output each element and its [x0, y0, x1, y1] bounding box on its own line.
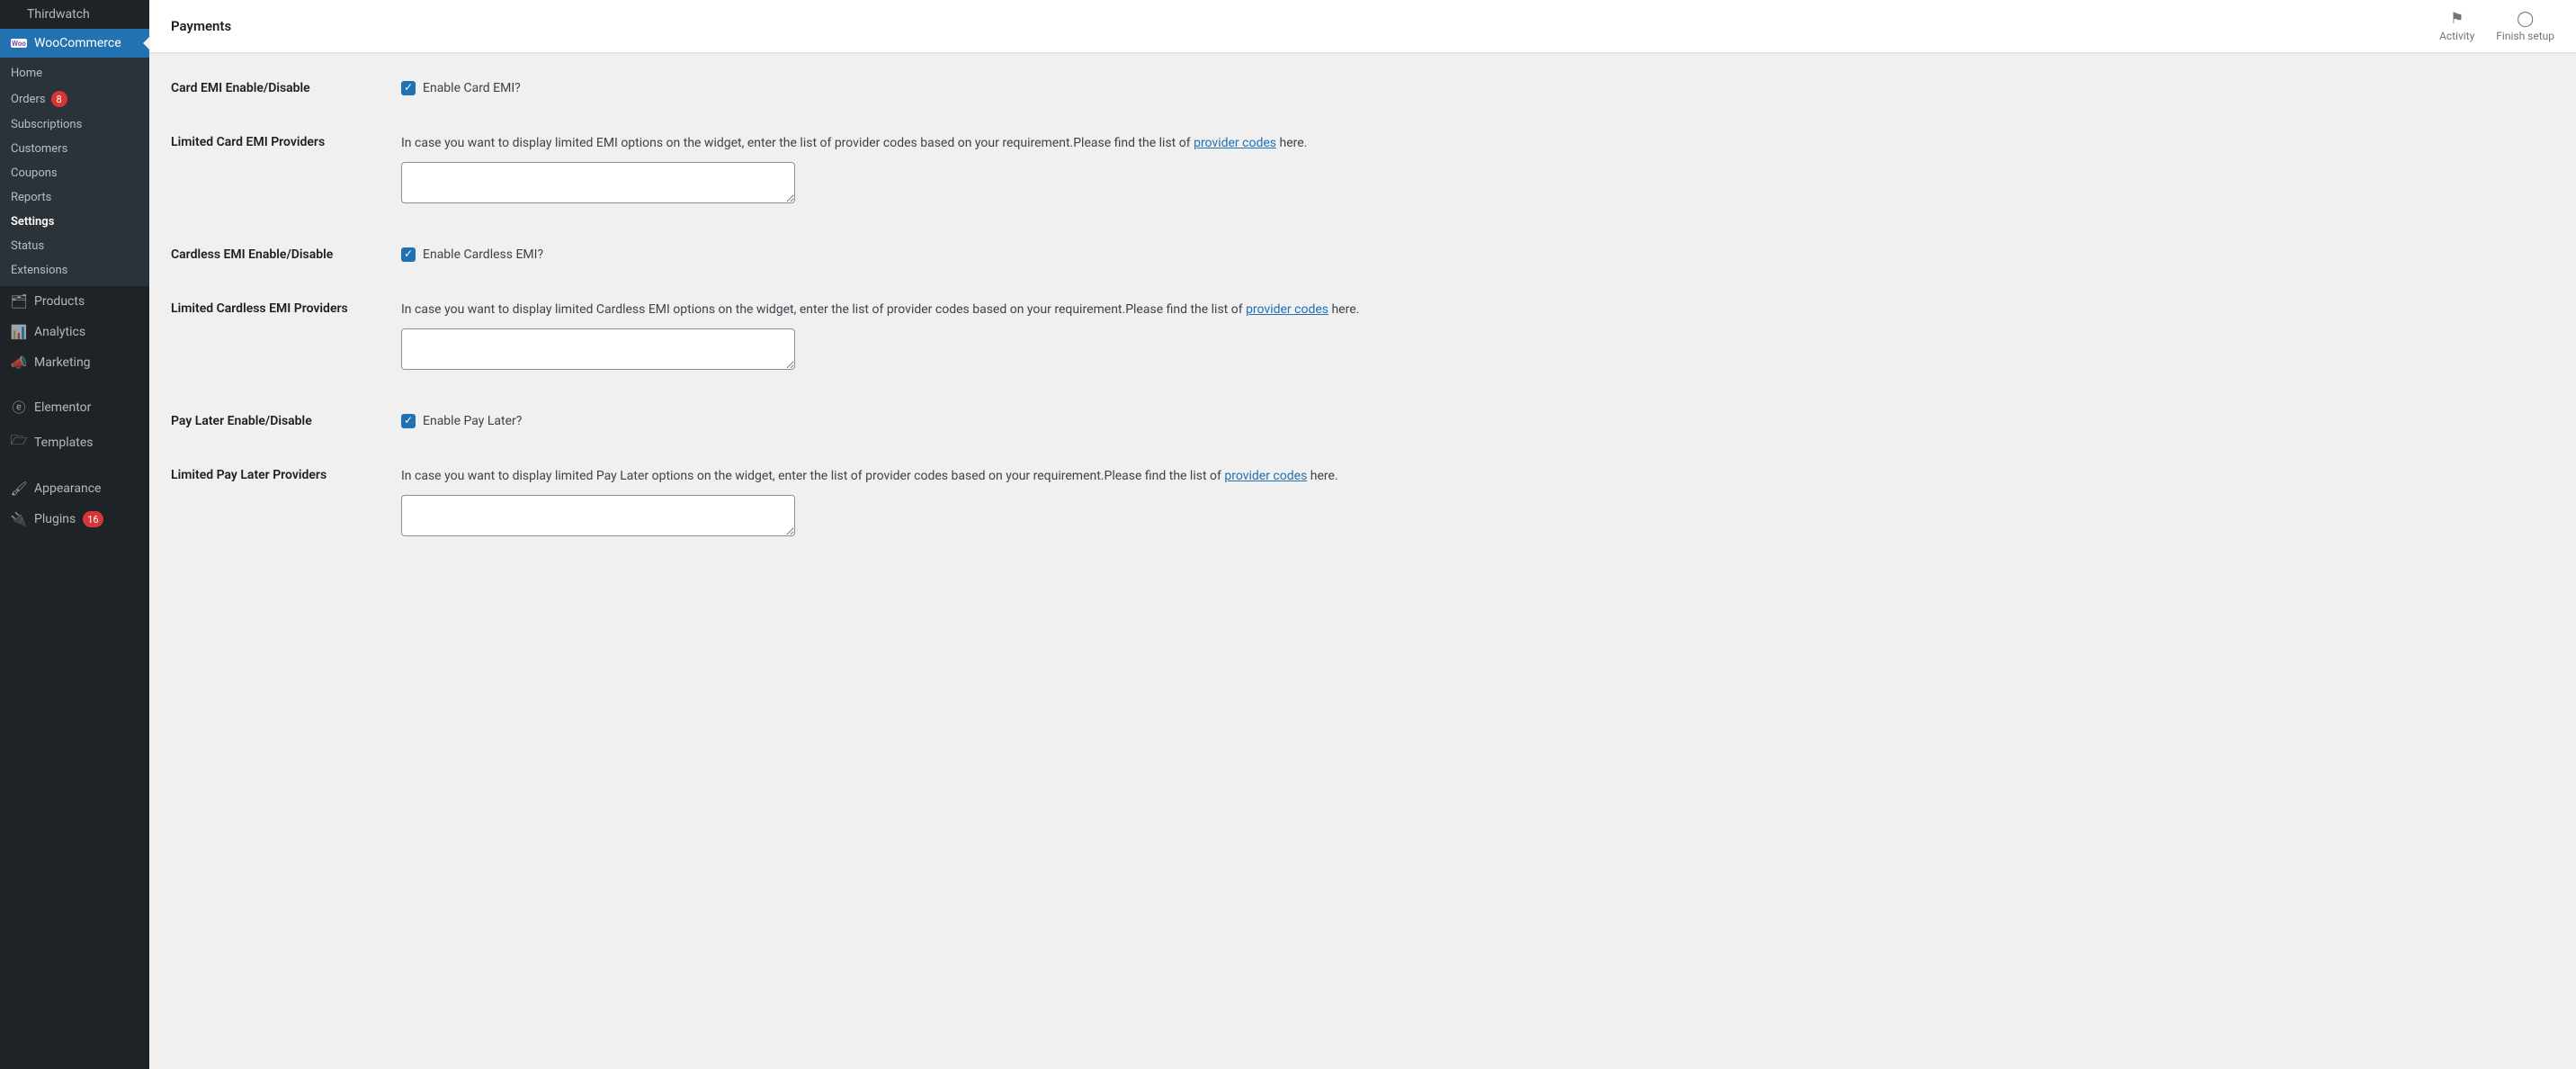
- sidebar-item-woocommerce[interactable]: Woo WooCommerce: [0, 29, 149, 58]
- row-limited-pay-later: Limited Pay Later Providers In case you …: [171, 467, 2554, 543]
- circle-icon: ◯: [2517, 10, 2534, 28]
- sidebar-sub-status[interactable]: Status: [0, 234, 149, 258]
- sidebar-item-analytics[interactable]: 📊 Analytics: [0, 317, 149, 347]
- appearance-icon: 🖌: [11, 481, 27, 497]
- settings-form: Card EMI Enable/Disable Enable Card EMI?…: [149, 53, 2576, 594]
- sidebar-item-appearance[interactable]: 🖌 Appearance: [0, 473, 149, 504]
- checkbox-card-emi-label: Enable Card EMI?: [423, 80, 521, 96]
- analytics-icon: 📊: [11, 324, 27, 340]
- desc-limited-paylater-pre: In case you want to display limited Pay …: [401, 469, 1224, 483]
- textarea-limited-pay-later[interactable]: [401, 495, 795, 536]
- checkbox-pay-later[interactable]: [401, 414, 416, 428]
- sidebar-sub-extensions[interactable]: Extensions: [0, 258, 149, 283]
- checkbox-card-emi[interactable]: [401, 81, 416, 95]
- sidebar-sub-subscriptions[interactable]: Subscriptions: [0, 112, 149, 137]
- row-cardless-emi-enable: Cardless EMI Enable/Disable Enable Cardl…: [171, 247, 2554, 265]
- desc-limited-card-pre: In case you want to display limited EMI …: [401, 136, 1194, 150]
- checkbox-cardless-emi[interactable]: [401, 247, 416, 262]
- sidebar-item-elementor[interactable]: ⓔ Elementor: [0, 391, 149, 424]
- activity-button[interactable]: ⚑ Activity: [2439, 10, 2474, 42]
- orders-badge: 8: [51, 91, 67, 107]
- topbar-actions: ⚑ Activity ◯ Finish setup: [2439, 10, 2554, 42]
- desc-limited-card-post: here.: [1276, 136, 1307, 150]
- textarea-limited-card-emi[interactable]: [401, 162, 795, 203]
- sidebar-sub-home[interactable]: Home: [0, 61, 149, 85]
- flag-icon: ⚑: [2450, 10, 2464, 28]
- plugins-icon: 🔌: [11, 511, 27, 527]
- plugins-badge: 16: [83, 511, 103, 527]
- templates-icon: 🗁: [11, 431, 27, 454]
- sidebar-submenu: Home Orders 8 Subscriptions Customers Co…: [0, 58, 149, 286]
- textarea-limited-cardless-emi[interactable]: [401, 328, 795, 370]
- topbar: Payments ⚑ Activity ◯ Finish setup: [149, 0, 2576, 53]
- sidebar-item-marketing[interactable]: 📣 Marketing: [0, 347, 149, 378]
- admin-sidebar: Thirdwatch Woo WooCommerce Home Orders 8…: [0, 0, 149, 1069]
- elementor-icon: ⓔ: [11, 398, 27, 417]
- link-provider-codes-paylater[interactable]: provider codes: [1224, 469, 1307, 483]
- row-limited-card-emi: Limited Card EMI Providers In case you w…: [171, 134, 2554, 211]
- sidebar-sub-customers[interactable]: Customers: [0, 137, 149, 161]
- main-panel: Payments ⚑ Activity ◯ Finish setup Card …: [149, 0, 2576, 1069]
- label-limited-cardless-emi: Limited Cardless EMI Providers: [171, 301, 380, 319]
- sidebar-item-label: Thirdwatch: [27, 7, 90, 22]
- sidebar-sub-coupons[interactable]: Coupons: [0, 161, 149, 185]
- sidebar-sub-settings[interactable]: Settings: [0, 210, 149, 234]
- desc-limited-cardless-pre: In case you want to display limited Card…: [401, 302, 1246, 317]
- label-limited-pay-later: Limited Pay Later Providers: [171, 467, 380, 485]
- page-title: Payments: [171, 18, 2439, 34]
- row-pay-later-enable: Pay Later Enable/Disable Enable Pay Late…: [171, 413, 2554, 431]
- label-card-emi-enable: Card EMI Enable/Disable: [171, 80, 380, 98]
- woocommerce-icon: Woo: [11, 39, 27, 48]
- products-icon: 🗂: [11, 293, 27, 310]
- checkbox-cardless-emi-label: Enable Cardless EMI?: [423, 247, 543, 263]
- sidebar-item-label: WooCommerce: [34, 36, 121, 50]
- desc-limited-cardless-post: here.: [1328, 302, 1359, 317]
- marketing-icon: 📣: [11, 355, 27, 371]
- row-card-emi-enable: Card EMI Enable/Disable Enable Card EMI?: [171, 80, 2554, 98]
- sidebar-sub-orders[interactable]: Orders 8: [0, 85, 149, 112]
- finish-setup-button[interactable]: ◯ Finish setup: [2496, 10, 2554, 42]
- desc-limited-paylater-post: here.: [1307, 469, 1337, 483]
- label-cardless-emi-enable: Cardless EMI Enable/Disable: [171, 247, 380, 265]
- sidebar-item-products[interactable]: 🗂 Products: [0, 286, 149, 317]
- link-provider-codes-card[interactable]: provider codes: [1194, 136, 1276, 150]
- sidebar-item-thirdwatch[interactable]: Thirdwatch: [0, 0, 149, 29]
- sidebar-item-plugins[interactable]: 🔌 Plugins 16: [0, 504, 149, 534]
- sidebar-item-templates[interactable]: 🗁 Templates: [0, 424, 149, 461]
- label-pay-later-enable: Pay Later Enable/Disable: [171, 413, 380, 431]
- sidebar-sub-reports[interactable]: Reports: [0, 185, 149, 210]
- label-limited-card-emi: Limited Card EMI Providers: [171, 134, 380, 152]
- row-limited-cardless-emi: Limited Cardless EMI Providers In case y…: [171, 301, 2554, 377]
- link-provider-codes-cardless[interactable]: provider codes: [1246, 302, 1328, 317]
- checkbox-pay-later-label: Enable Pay Later?: [423, 413, 522, 429]
